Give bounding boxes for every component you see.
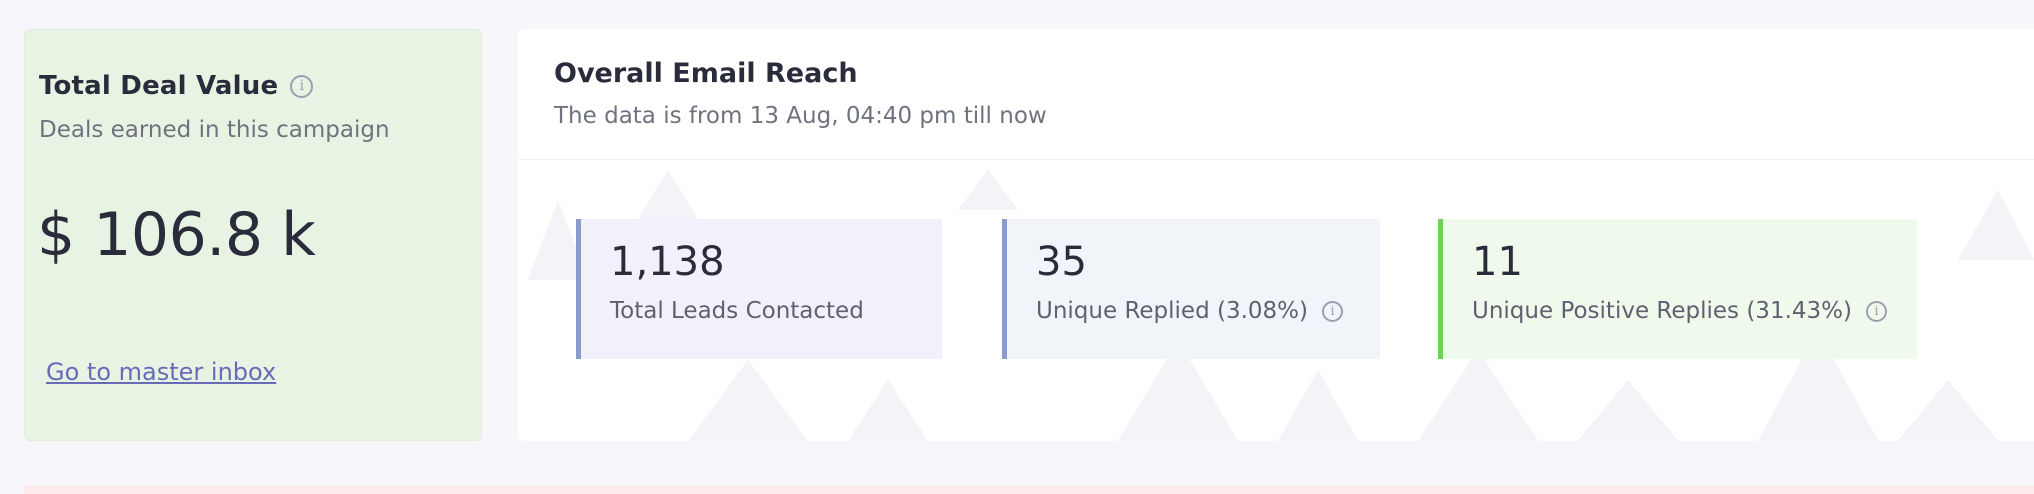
stat-label-row: Total Leads Contacted (610, 298, 864, 324)
stat-value: 11 (1472, 239, 1523, 285)
reach-subtitle: The data is from 13 Aug, 04:40 pm till n… (554, 103, 1047, 129)
stat-total-leads-contacted: 1,138 Total Leads Contacted (576, 219, 942, 359)
next-section-edge (24, 486, 2034, 494)
stat-label-row: Unique Replied (3.08%) i (1036, 298, 1343, 324)
stat-value: 1,138 (610, 239, 725, 285)
stat-label-row: Unique Positive Replies (31.43%) i (1472, 298, 1887, 324)
reach-title: Overall Email Reach (554, 58, 858, 89)
deal-value: $ 106.8 k (37, 200, 316, 270)
stat-label: Unique Replied (3.08%) (1036, 298, 1308, 324)
go-to-master-inbox-link[interactable]: Go to master inbox (46, 358, 276, 386)
info-icon[interactable]: i (290, 74, 314, 98)
stat-value: 35 (1036, 239, 1087, 285)
overall-email-reach-card: Overall Email Reach The data is from 13 … (518, 29, 2034, 441)
info-icon[interactable]: i (1322, 300, 1343, 322)
deal-title-row: Total Deal Value i (39, 71, 314, 101)
stat-label: Unique Positive Replies (31.43%) (1472, 298, 1852, 324)
deal-title: Total Deal Value (39, 71, 279, 101)
deal-subtitle: Deals earned in this campaign (39, 117, 390, 143)
stat-label: Total Leads Contacted (610, 298, 864, 324)
stat-unique-positive-replies: 11 Unique Positive Replies (31.43%) i (1438, 219, 1917, 359)
reach-card-header: Overall Email Reach The data is from 13 … (518, 29, 2034, 160)
info-icon[interactable]: i (1865, 300, 1887, 322)
stat-unique-replied: 35 Unique Replied (3.08%) i (1002, 219, 1380, 359)
dashboard-stats-section: Total Deal Value i Deals earned in this … (0, 0, 2034, 494)
